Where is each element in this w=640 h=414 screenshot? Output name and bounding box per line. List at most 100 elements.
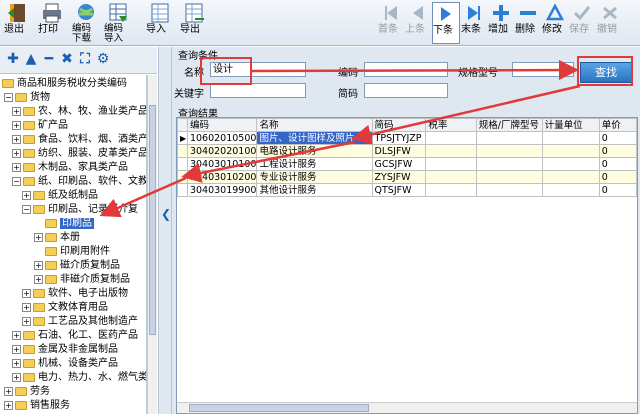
tree-fullscreen-icon[interactable]: ⛶: [78, 52, 92, 66]
cell-spec[interactable]: [475, 183, 543, 197]
cell-code[interactable]: 10602010500: [186, 131, 258, 145]
cell-price[interactable]: 0: [598, 131, 637, 145]
table-row[interactable]: 30403019900 其他设计服务 QTSJFW 0: [177, 183, 637, 197]
cell-short[interactable]: ZYSJFW: [371, 170, 427, 184]
tree-item[interactable]: + 木制品、家具类产品: [12, 161, 128, 175]
tree-item[interactable]: + 金属及非金属制品: [12, 343, 118, 357]
tree-scrollbar[interactable]: [147, 75, 157, 414]
spec-input[interactable]: [512, 62, 574, 77]
tree-settings-icon[interactable]: ⚙: [96, 52, 110, 66]
collapse-icon[interactable]: −: [4, 92, 13, 102]
expand-icon[interactable]: +: [4, 400, 13, 410]
cell-unit[interactable]: [541, 170, 600, 184]
cell-code[interactable]: 30403010100: [186, 157, 258, 171]
tree-up-icon[interactable]: ▲: [24, 52, 38, 66]
cell-name[interactable]: 电路设计服务: [256, 144, 373, 158]
cell-unit[interactable]: [541, 183, 600, 197]
cell-spec[interactable]: [475, 131, 543, 145]
code-input[interactable]: [364, 62, 448, 77]
table-row[interactable]: ▶ 10602010500 图片、设计图样及照片 TPSJTYJZP 0: [177, 131, 637, 145]
code-import-button[interactable]: 编码 导入: [104, 2, 132, 44]
first-record-button[interactable]: 首条: [378, 2, 404, 44]
tree-item[interactable]: + 纸及纸制品: [22, 189, 98, 203]
table-row[interactable]: 30403010200 专业设计服务 ZYSJFW 0: [177, 170, 637, 184]
next-record-button[interactable]: 下条: [432, 2, 460, 44]
tree-item[interactable]: + 非磁介质复制品: [34, 273, 130, 287]
export-button[interactable]: 导出: [180, 2, 210, 44]
cell-name[interactable]: 其他设计服务: [256, 183, 373, 197]
column-header[interactable]: 规格/厂牌型号: [475, 118, 543, 132]
expand-icon[interactable]: +: [12, 344, 21, 354]
tree-item[interactable]: + 磁介质复制品: [34, 259, 120, 273]
cell-short[interactable]: TPSJTYJZP: [371, 131, 427, 145]
scrollbar-thumb[interactable]: [189, 404, 369, 412]
cell-tax[interactable]: [425, 183, 477, 197]
cancel-button[interactable]: 撤销: [597, 2, 623, 44]
tree-add-icon[interactable]: ✚: [6, 52, 20, 66]
collapse-left-icon[interactable]: ❮: [161, 207, 171, 221]
tree-item-root[interactable]: 商品和服务税收分类编码: [2, 77, 127, 91]
tree-item[interactable]: + 机械、设备类产品: [12, 357, 118, 371]
tree-item[interactable]: + 劳务: [4, 385, 50, 399]
tree-item[interactable]: + 石油、化工、医药产品: [12, 329, 138, 343]
cell-short[interactable]: GCSJFW: [371, 157, 427, 171]
tree-item[interactable]: + 销售服务: [4, 399, 70, 413]
expand-icon[interactable]: +: [34, 260, 43, 270]
table-row[interactable]: 30402020100 电路设计服务 DLSJFW 0: [177, 144, 637, 158]
short-code-input[interactable]: [364, 83, 448, 98]
column-header[interactable]: 名称: [256, 118, 373, 132]
cell-name[interactable]: 图片、设计图样及照片: [256, 131, 373, 145]
tree-item[interactable]: + 本册: [34, 231, 80, 245]
cell-price[interactable]: 0: [598, 183, 637, 197]
cell-spec[interactable]: [475, 144, 543, 158]
cell-price[interactable]: 0: [598, 170, 637, 184]
cell-tax[interactable]: [425, 170, 477, 184]
tree-item[interactable]: − 纸、印刷品、软件、文教: [12, 175, 146, 189]
collapse-icon[interactable]: −: [12, 176, 21, 186]
cell-unit[interactable]: [541, 131, 600, 145]
last-record-button[interactable]: 末条: [461, 2, 487, 44]
keyword-input[interactable]: [210, 83, 306, 98]
panel-splitter[interactable]: ❮: [158, 47, 172, 414]
tree-item[interactable]: + 电力、热力、水、燃气类: [12, 371, 146, 385]
tree-item[interactable]: − 印刷品、记录媒介复: [22, 203, 138, 217]
tree-item[interactable]: + 文教体育用品: [22, 301, 108, 315]
cell-code[interactable]: 30403010200: [186, 170, 258, 184]
cell-name[interactable]: 工程设计服务: [256, 157, 373, 171]
tree-item[interactable]: + 食品、饮料、烟、酒类产品: [12, 133, 146, 147]
cell-unit[interactable]: [541, 157, 600, 171]
expand-icon[interactable]: +: [12, 134, 21, 144]
add-button[interactable]: 增加: [488, 2, 514, 44]
tree-expand-icon[interactable]: ✖: [60, 52, 74, 66]
cell-code[interactable]: 30402020100: [186, 144, 258, 158]
tree-item[interactable]: + 纺织、服装、皮革类产品: [12, 147, 146, 161]
expand-icon[interactable]: +: [12, 148, 21, 158]
prev-record-button[interactable]: 上条: [405, 2, 431, 44]
expand-icon[interactable]: +: [22, 316, 31, 326]
expand-icon[interactable]: +: [12, 162, 21, 172]
cell-short[interactable]: QTSJFW: [371, 183, 427, 197]
tree-item[interactable]: + 工艺品及其他制造产: [22, 315, 138, 329]
tree-item[interactable]: + 软件、电子出版物: [22, 287, 128, 301]
exit-button[interactable]: 退出: [4, 2, 32, 44]
expand-icon[interactable]: +: [12, 372, 21, 382]
column-header[interactable]: 编码: [186, 118, 258, 132]
tree-item[interactable]: − 货物: [4, 91, 50, 105]
cell-code[interactable]: 30403019900: [186, 183, 258, 197]
cell-tax[interactable]: [425, 144, 477, 158]
collapse-icon[interactable]: −: [22, 204, 31, 214]
expand-icon[interactable]: +: [12, 120, 21, 130]
expand-icon[interactable]: +: [4, 386, 13, 396]
expand-icon[interactable]: +: [34, 274, 43, 284]
cell-unit[interactable]: [541, 144, 600, 158]
delete-button[interactable]: 删除: [515, 2, 541, 44]
column-header[interactable]: 简码: [371, 118, 427, 132]
expand-icon[interactable]: +: [22, 288, 31, 298]
code-download-button[interactable]: 编码 下载: [72, 2, 100, 44]
tree-item-selected[interactable]: 印刷品: [45, 217, 94, 231]
tree-item[interactable]: + 农、林、牧、渔业类产品: [12, 105, 146, 119]
save-button[interactable]: 保存: [569, 2, 595, 44]
column-header[interactable]: 税率: [425, 118, 477, 132]
cell-spec[interactable]: [475, 170, 543, 184]
cell-name[interactable]: 专业设计服务: [256, 170, 373, 184]
